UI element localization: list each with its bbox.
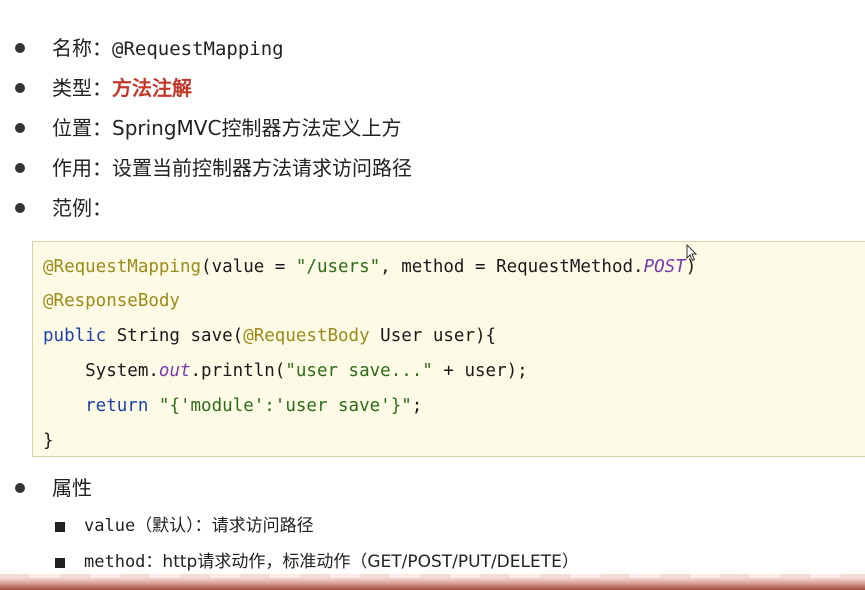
- bullet-dot-icon: [15, 483, 25, 493]
- bullet-key: 作用：: [52, 156, 112, 180]
- code-line-4: System.out.println("user save..." + user…: [43, 359, 528, 383]
- bullet-dot-icon: [15, 163, 25, 173]
- code-keyword: return: [43, 396, 149, 416]
- mouse-cursor-icon: [686, 244, 698, 262]
- bullet-value: 设置当前控制器方法请求访问路径: [112, 156, 412, 180]
- square-bullet-icon: [55, 558, 65, 568]
- bullet-value: SpringMVC控制器方法定义上方: [112, 116, 402, 140]
- code-text: User user){: [369, 326, 497, 346]
- code-text: System.: [43, 361, 159, 381]
- bullet-value-highlight: 方法注解: [112, 76, 192, 100]
- bullet-value: @RequestMapping: [112, 38, 284, 60]
- attribute-name: value: [84, 516, 136, 536]
- attribute-item-text: value（默认）：请求访问路径: [84, 514, 314, 538]
- attributes-label: 属性: [52, 476, 92, 500]
- attribute-desc: ：http请求动作，标准动作（GET/POST/PUT/DELETE）: [145, 552, 579, 572]
- attribute-item-text: method：http请求动作，标准动作（GET/POST/PUT/DELETE…: [84, 550, 579, 574]
- code-line-6: }: [43, 429, 54, 453]
- code-text: .println(: [190, 361, 286, 381]
- bullet-type-text: 类型：方法注解: [52, 74, 192, 102]
- bullet-dot-icon: [15, 83, 25, 93]
- code-annotation: @RequestMapping: [43, 257, 202, 277]
- code-text: }: [43, 431, 54, 451]
- bullet-example: 范例：: [0, 190, 865, 230]
- bullet-key: 类型：: [52, 76, 112, 100]
- code-italic: out: [158, 361, 191, 381]
- bullet-attributes: 属性: [0, 470, 865, 510]
- attribute-name: method: [84, 552, 146, 572]
- code-line-2: @ResponseBody: [43, 289, 180, 313]
- code-text: String save(: [106, 326, 244, 346]
- bullet-position: 位置：SpringMVC控制器方法定义上方: [0, 110, 865, 150]
- code-line-5: return "{'module':'user save'}";: [43, 394, 422, 418]
- bullet-name-text: 名称：@RequestMapping: [52, 34, 284, 63]
- bullet-purpose: 作用：设置当前控制器方法请求访问路径: [0, 150, 865, 190]
- code-keyword: public: [43, 326, 107, 346]
- attribute-item-value: value（默认）：请求访问路径: [0, 512, 865, 542]
- bullet-dot-icon: [15, 43, 25, 53]
- bullet-list: 名称：@RequestMapping 类型：方法注解 位置：SpringMVC控…: [0, 30, 865, 230]
- code-annotation: @RequestBody: [243, 326, 370, 346]
- bullet-key: 范例：: [52, 196, 112, 220]
- code-string: "/users": [295, 257, 381, 277]
- attribute-desc: （默认）：请求访问路径: [135, 516, 314, 536]
- code-line-1: @RequestMapping(value = "/users", method…: [43, 255, 696, 279]
- code-text: , method = RequestMethod.: [380, 257, 644, 277]
- code-text: (value =: [201, 257, 296, 277]
- code-string: "user save...": [285, 361, 433, 381]
- bottom-decoration-band: [0, 578, 865, 590]
- square-bullet-icon: [55, 522, 65, 532]
- code-text: ;: [411, 396, 423, 416]
- bullet-type: 类型：方法注解: [0, 70, 865, 110]
- bullet-position-text: 位置：SpringMVC控制器方法定义上方: [52, 114, 401, 142]
- code-annotation: @ResponseBody: [43, 291, 180, 311]
- code-example-block: @RequestMapping(value = "/users", method…: [32, 241, 865, 457]
- code-string: "{'module':'user save'}": [158, 396, 412, 416]
- code-italic: POST: [643, 257, 686, 277]
- bullet-key: 名称：: [52, 36, 112, 60]
- bullet-dot-icon: [15, 203, 25, 213]
- code-line-3: public String save(@RequestBody User use…: [43, 324, 496, 348]
- bullet-dot-icon: [15, 123, 25, 133]
- bullet-example-text: 范例：: [52, 194, 112, 222]
- bullet-purpose-text: 作用：设置当前控制器方法请求访问路径: [52, 154, 412, 182]
- code-text: + user);: [432, 361, 528, 381]
- bullet-key: 位置：: [52, 116, 112, 140]
- bullet-name: 名称：@RequestMapping: [0, 30, 865, 70]
